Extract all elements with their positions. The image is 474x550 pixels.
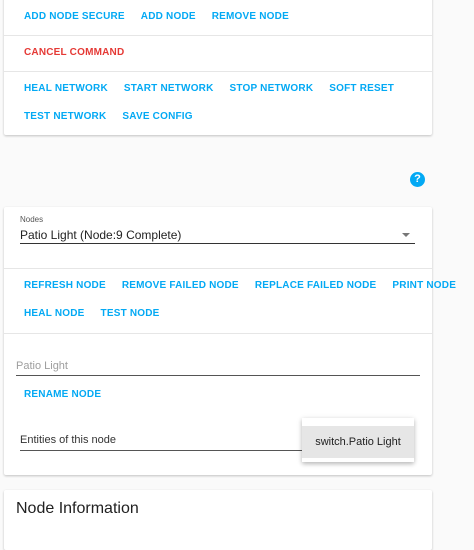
heal-node-button[interactable]: HEAL NODE <box>16 304 93 324</box>
divider <box>4 333 432 334</box>
network-management-card: ADD NODE SECURE ADD NODE REMOVE NODE CAN… <box>4 0 432 135</box>
network-actions-row-4: TEST NETWORK SAVE CONFIG <box>16 107 201 127</box>
divider <box>4 268 432 269</box>
node-actions-row-2: HEAL NODE TEST NODE <box>16 304 168 324</box>
test-node-button[interactable]: TEST NODE <box>93 304 168 324</box>
chevron-down-icon[interactable] <box>402 233 410 237</box>
entity-dropdown: switch.Patio Light <box>302 418 414 462</box>
node-select-underline <box>20 243 415 244</box>
cancel-command-button[interactable]: CANCEL COMMAND <box>16 43 132 63</box>
help-icon[interactable]: ? <box>410 172 425 187</box>
soft-reset-button[interactable]: SOFT RESET <box>321 79 402 99</box>
rename-node-input[interactable] <box>16 357 420 376</box>
node-select-label: Nodes <box>20 215 44 224</box>
test-network-button[interactable]: TEST NETWORK <box>16 107 114 127</box>
remove-node-button[interactable]: REMOVE NODE <box>204 7 297 27</box>
add-node-button[interactable]: ADD NODE <box>133 7 204 27</box>
heal-network-button[interactable]: HEAL NETWORK <box>16 79 116 99</box>
rename-row: RENAME NODE <box>16 385 109 405</box>
stop-network-button[interactable]: STOP NETWORK <box>222 79 322 99</box>
rename-node-button[interactable]: RENAME NODE <box>16 385 109 405</box>
entities-underline <box>20 450 302 451</box>
network-actions-row-1: ADD NODE SECURE ADD NODE REMOVE NODE <box>16 7 297 27</box>
replace-failed-node-button[interactable]: REPLACE FAILED NODE <box>247 276 385 296</box>
add-node-secure-button[interactable]: ADD NODE SECURE <box>16 7 133 27</box>
print-node-button[interactable]: PRINT NODE <box>384 276 464 296</box>
cancel-row: CANCEL COMMAND <box>16 43 132 63</box>
entities-label: Entities of this node <box>20 434 117 446</box>
node-information-card: Node Information <box>4 490 432 550</box>
node-information-title: Node Information <box>16 500 139 517</box>
divider <box>4 35 432 36</box>
save-config-button[interactable]: SAVE CONFIG <box>114 107 200 127</box>
remove-failed-node-button[interactable]: REMOVE FAILED NODE <box>114 276 247 296</box>
refresh-node-button[interactable]: REFRESH NODE <box>16 276 114 296</box>
node-actions-row-1: REFRESH NODE REMOVE FAILED NODE REPLACE … <box>16 276 464 296</box>
entity-option[interactable]: switch.Patio Light <box>302 426 414 458</box>
node-management-card: Nodes Patio Light (Node:9 Complete) REFR… <box>4 207 456 475</box>
node-select-value[interactable]: Patio Light (Node:9 Complete) <box>20 228 181 242</box>
network-actions-row-3: HEAL NETWORK START NETWORK STOP NETWORK … <box>16 79 402 99</box>
divider <box>4 71 432 72</box>
start-network-button[interactable]: START NETWORK <box>116 79 222 99</box>
